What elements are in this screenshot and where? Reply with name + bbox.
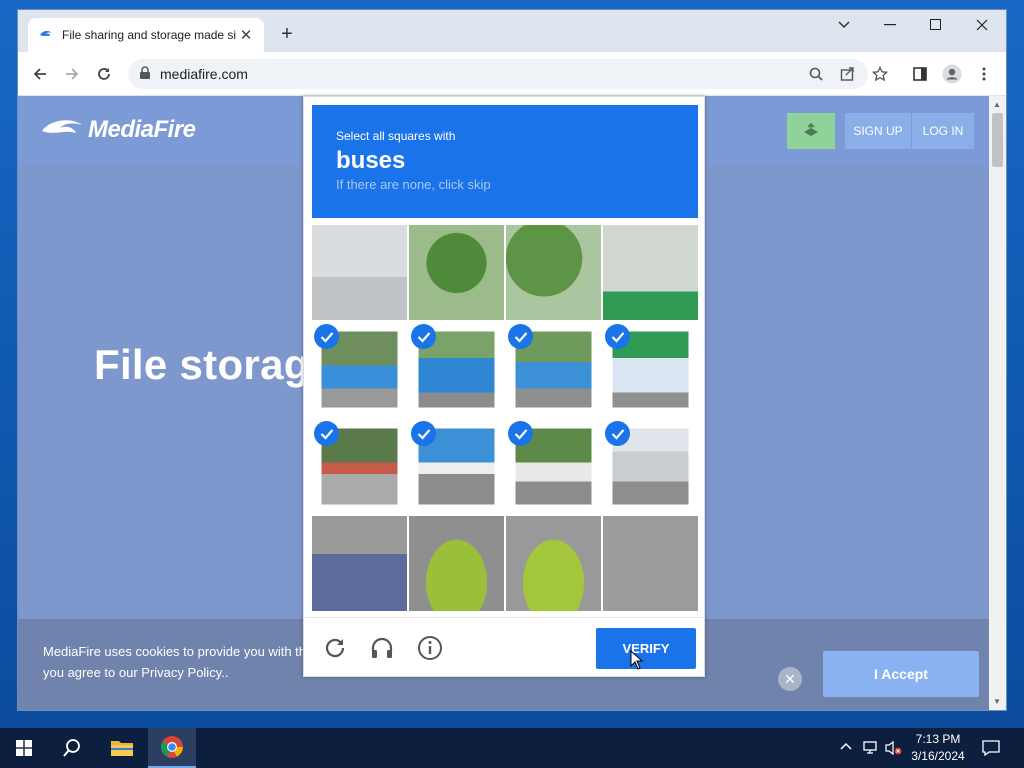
vertical-scrollbar[interactable]: ▲ ▼ xyxy=(989,96,1006,710)
captcha-tile[interactable] xyxy=(312,322,407,417)
browser-toolbar: mediafire.com xyxy=(18,52,1006,96)
checkmark-icon xyxy=(605,324,630,349)
captcha-tile-image xyxy=(603,225,698,320)
captcha-tile-image xyxy=(603,516,698,611)
checkmark-icon xyxy=(314,421,339,446)
zoom-search-icon[interactable] xyxy=(806,64,826,84)
windows-taskbar: 7:13 PM 3/16/2024 xyxy=(0,728,1024,768)
captcha-tile-image xyxy=(506,225,601,320)
captcha-instruction: Select all squares with xyxy=(336,129,456,143)
captcha-tile[interactable] xyxy=(409,419,504,514)
checkmark-icon xyxy=(411,324,436,349)
start-windows-icon[interactable] xyxy=(0,728,48,768)
captcha-tile[interactable] xyxy=(506,516,601,611)
checkmark-icon xyxy=(508,421,533,446)
tab-search-chevron-icon[interactable] xyxy=(821,10,867,40)
captcha-tile[interactable] xyxy=(312,225,407,320)
address-bar[interactable]: mediafire.com xyxy=(128,59,868,89)
upload-icon xyxy=(804,122,818,136)
captcha-tile[interactable] xyxy=(312,419,407,514)
profile-avatar-icon[interactable] xyxy=(942,64,962,84)
flame-logo-icon xyxy=(42,120,82,133)
upload-button[interactable] xyxy=(787,113,835,149)
info-icon[interactable] xyxy=(416,634,444,662)
network-icon[interactable] xyxy=(862,740,878,756)
close-tab-icon[interactable]: ✕ xyxy=(238,26,254,44)
captcha-tile[interactable] xyxy=(603,419,698,514)
captcha-image-grid xyxy=(312,225,698,611)
checkmark-icon xyxy=(314,324,339,349)
captcha-tile[interactable] xyxy=(312,516,407,611)
captcha-tile[interactable] xyxy=(506,419,601,514)
captcha-tile[interactable] xyxy=(506,225,601,320)
minimize-button[interactable] xyxy=(867,10,913,40)
url-text: mediafire.com xyxy=(160,66,248,82)
captcha-tile-image xyxy=(506,516,601,611)
checkmark-icon xyxy=(411,421,436,446)
captcha-tile-image xyxy=(409,225,504,320)
notifications-icon[interactable] xyxy=(982,739,1000,757)
reload-icon[interactable] xyxy=(91,61,117,87)
side-panel-icon[interactable] xyxy=(910,64,930,84)
captcha-tile-image xyxy=(312,225,407,320)
signup-link[interactable]: SIGN UP xyxy=(845,113,911,149)
captcha-header: Select all squares with buses If there a… xyxy=(312,105,698,218)
clock-time: 7:13 PM xyxy=(915,732,961,746)
checkmark-icon xyxy=(605,421,630,446)
verify-button[interactable]: VERIFY xyxy=(596,628,696,669)
tab-title: File sharing and storage made si xyxy=(62,28,237,42)
captcha-tile[interactable] xyxy=(409,516,504,611)
captcha-tile[interactable] xyxy=(603,322,698,417)
back-arrow-icon[interactable] xyxy=(27,61,53,87)
checkmark-icon xyxy=(508,324,533,349)
login-link[interactable]: LOG IN xyxy=(912,113,974,149)
captcha-tile-image xyxy=(312,516,407,611)
forward-arrow-icon[interactable] xyxy=(59,61,85,87)
lock-icon xyxy=(139,66,155,82)
mouse-cursor-icon xyxy=(630,650,644,670)
mediafire-logo[interactable]: MediaFire xyxy=(40,116,196,144)
captcha-dialog: Select all squares with buses If there a… xyxy=(303,96,705,677)
reload-challenge-icon[interactable] xyxy=(321,634,349,662)
audio-challenge-headphones-icon[interactable] xyxy=(368,634,396,662)
volume-muted-icon[interactable] xyxy=(885,740,902,756)
close-window-button[interactable] xyxy=(959,10,1005,40)
captcha-tile[interactable] xyxy=(603,516,698,611)
taskbar-search-icon[interactable] xyxy=(48,728,96,768)
system-clock[interactable]: 7:13 PM 3/16/2024 xyxy=(906,731,970,765)
brand-name: MediaFire xyxy=(88,116,196,143)
share-icon[interactable] xyxy=(838,64,858,84)
new-tab-button[interactable]: + xyxy=(276,22,298,46)
maximize-button[interactable] xyxy=(913,10,959,40)
captcha-tile[interactable] xyxy=(409,225,504,320)
mediafire-favicon-icon xyxy=(38,27,54,43)
scroll-up-icon[interactable]: ▲ xyxy=(993,100,1001,109)
tab-strip: File sharing and storage made si ✕ + xyxy=(18,10,1006,52)
chrome-browser-icon[interactable] xyxy=(148,728,196,768)
scroll-thumb[interactable] xyxy=(992,113,1003,167)
scroll-down-icon[interactable]: ▼ xyxy=(993,697,1001,706)
file-explorer-folder-icon[interactable] xyxy=(98,728,146,768)
cookie-close-icon[interactable]: ✕ xyxy=(778,667,802,691)
captcha-hint: If there are none, click skip xyxy=(336,177,491,192)
bookmark-star-icon[interactable] xyxy=(870,64,890,84)
captcha-footer: VERIFY xyxy=(304,617,704,677)
browser-tab[interactable]: File sharing and storage made si ✕ xyxy=(28,18,264,52)
captcha-target: buses xyxy=(336,147,406,174)
menu-kebab-icon[interactable] xyxy=(974,64,994,84)
captcha-tile[interactable] xyxy=(603,225,698,320)
accept-cookies-button[interactable]: I Accept xyxy=(823,651,979,697)
captcha-tile[interactable] xyxy=(409,322,504,417)
clock-date: 3/16/2024 xyxy=(911,749,965,763)
captcha-tile[interactable] xyxy=(506,322,601,417)
show-hidden-icons-chevron-icon[interactable] xyxy=(839,740,855,756)
captcha-tile-image xyxy=(409,516,504,611)
